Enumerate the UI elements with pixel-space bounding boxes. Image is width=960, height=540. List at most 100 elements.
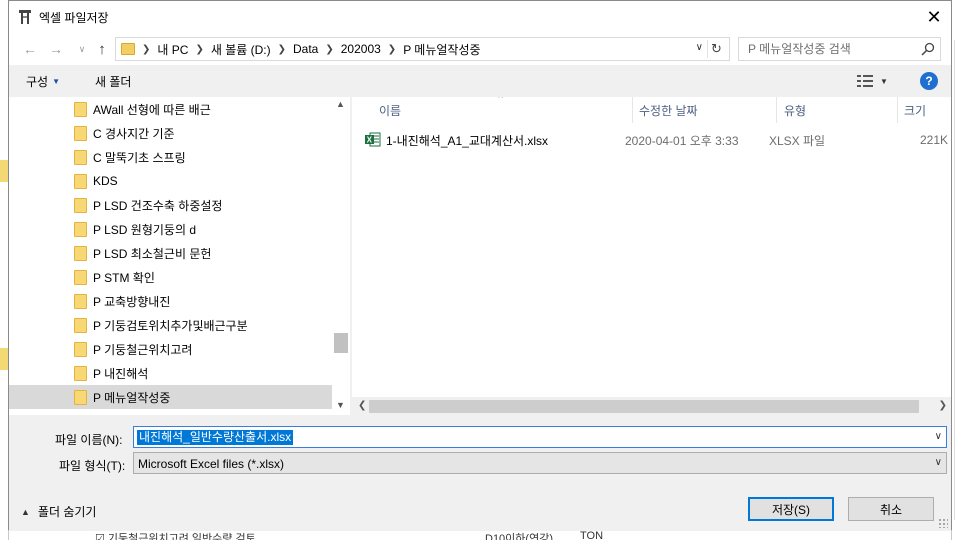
breadcrumb-item[interactable]: 새 볼륨 (D:) xyxy=(211,41,271,58)
tree-item[interactable]: P 교축방향내진 xyxy=(9,289,332,313)
background-highlight xyxy=(0,348,8,370)
tree-item[interactable]: P LSD 최소철근비 문헌 xyxy=(9,241,332,265)
tree-item[interactable]: KDS xyxy=(9,169,332,193)
chevron-right-icon[interactable]: ❯ xyxy=(939,400,947,411)
tree-item[interactable]: P 기둥검토위치추가및배근구분 xyxy=(9,313,332,337)
breadcrumb-separator-icon[interactable]: ❯ xyxy=(278,44,286,55)
svg-text:X: X xyxy=(367,136,373,145)
breadcrumb-separator-icon[interactable]: ❯ xyxy=(142,44,150,55)
breadcrumb-item[interactable]: 202003 xyxy=(341,42,381,56)
tree-item-label: P 기둥철근위치고려 xyxy=(93,342,193,357)
change-view-button[interactable]: ▼ xyxy=(857,74,897,88)
close-button[interactable]: ✕ xyxy=(917,1,951,33)
help-icon[interactable]: ? xyxy=(920,72,938,90)
file-date: 2020-04-01 오후 3:33 xyxy=(625,133,739,148)
save-button[interactable]: 저장(S) xyxy=(748,497,834,521)
column-header-date[interactable]: 수정한 날짜 xyxy=(639,97,698,123)
sort-ascending-icon: ⌃ xyxy=(496,97,506,106)
hide-folders-toggle[interactable]: ▲ 폴더 숨기기 xyxy=(21,503,96,520)
window-title: 엑셀 파일저장 xyxy=(39,11,109,25)
folder-icon xyxy=(74,149,87,165)
tree-item[interactable]: P STM 확인 xyxy=(9,265,332,289)
address-bar[interactable]: ❯ 내 PC ❯ 새 볼륨 (D:) ❯ Data ❯ 202003 ❯ P 메… xyxy=(115,37,730,61)
new-folder-button[interactable]: 새 폴더 xyxy=(95,73,131,90)
background-window-bottom: ☑ 기둥철근위치고려 일반수량 검토 D10이하(연강) TON xyxy=(9,530,951,540)
details-view-icon xyxy=(857,75,873,87)
chevron-up-icon[interactable]: ▲ xyxy=(336,99,345,109)
column-header-name[interactable]: 이름 xyxy=(379,97,401,123)
caret-down-icon: ▼ xyxy=(52,77,61,86)
background-text: ☑ 기둥철근위치고려 일반수량 검토 xyxy=(95,533,256,540)
breadcrumb-item[interactable]: Data xyxy=(293,42,318,56)
column-header-type[interactable]: 유형 xyxy=(784,97,806,123)
breadcrumb-separator-icon[interactable]: ❯ xyxy=(195,44,203,55)
breadcrumb-separator-icon[interactable]: ❯ xyxy=(325,44,333,55)
folder-icon xyxy=(74,245,87,261)
resize-grip-icon[interactable] xyxy=(938,518,948,528)
forward-arrow-icon[interactable]: → xyxy=(45,40,67,58)
navigation-bar: ← → ∨ ↑ ❯ 내 PC ❯ 새 볼륨 (D:) ❯ Data ❯ 2020… xyxy=(9,33,951,65)
refresh-icon[interactable]: ↻ xyxy=(707,40,725,58)
filename-value[interactable]: 내진해석_일반수량산출서.xlsx xyxy=(137,430,294,445)
background-window-right xyxy=(951,0,960,540)
search-input[interactable] xyxy=(739,38,909,60)
chevron-left-icon[interactable]: ❮ xyxy=(358,400,366,411)
tree-item[interactable]: AWall 선형에 따른 배근 xyxy=(9,97,332,121)
navigation-pane: AWall 선형에 따른 배근 C 경사지간 기준 C 말뚝기초 스프링 KDS P L… xyxy=(9,97,350,415)
organize-label: 구성 xyxy=(26,75,49,89)
tree-item-label: P STM 확인 xyxy=(93,270,155,285)
file-size: 221K xyxy=(920,133,949,147)
horizontal-scrollbar[interactable]: ❮ ❯ xyxy=(352,397,951,415)
tree-item-label: KDS xyxy=(93,174,118,188)
excel-file-icon: X xyxy=(365,132,381,147)
folder-icon xyxy=(74,221,87,237)
up-arrow-icon[interactable]: ↑ xyxy=(91,40,113,58)
file-name: 1-내진해석_A1_교대계산서.xlsx xyxy=(386,133,549,148)
recent-locations-chevron-icon[interactable]: ∨ xyxy=(71,40,93,58)
breadcrumb-item[interactable]: 내 PC xyxy=(157,41,188,58)
folder-icon xyxy=(74,365,87,381)
organize-button[interactable]: 구성 ▼ xyxy=(26,73,60,90)
scrollbar-thumb[interactable] xyxy=(369,400,919,413)
file-row[interactable]: X 1-내진해석_A1_교대계산서.xlsx 2020-04-01 오후 3:3… xyxy=(352,129,951,151)
search-icon[interactable] xyxy=(921,42,935,56)
save-form: 파일 이름(N): 내진해석_일반수량산출서.xlsx ∨ 파일 형식(T): … xyxy=(9,415,951,531)
chevron-down-icon[interactable]: ∨ xyxy=(935,431,942,442)
chevron-down-icon[interactable]: ∨ xyxy=(935,457,942,468)
scrollbar-thumb[interactable] xyxy=(334,333,348,353)
cancel-button[interactable]: 취소 xyxy=(848,497,934,521)
filetype-label: 파일 형식(T): xyxy=(59,459,126,473)
tree-item[interactable]: P 기둥철근위치고려 xyxy=(9,337,332,361)
search-box[interactable] xyxy=(738,37,941,61)
command-toolbar: 구성 ▼ 새 폴더 ▼ ? xyxy=(9,65,951,97)
breadcrumb-separator-icon[interactable]: ❯ xyxy=(388,44,396,55)
tree-item[interactable]: C 경사지간 기준 xyxy=(9,121,332,145)
chevron-down-icon[interactable]: ∨ xyxy=(696,42,703,53)
filetype-select[interactable]: Microsoft Excel files (*.xlsx) ∨ xyxy=(133,452,947,474)
folder-icon xyxy=(74,197,87,213)
tree-item[interactable]: P LSD 원형기둥의 d xyxy=(9,217,332,241)
tree-item-label: P 교축방향내진 xyxy=(93,294,171,309)
file-type: XLSX 파일 xyxy=(769,133,826,148)
chevron-down-icon[interactable]: ▼ xyxy=(336,400,345,410)
filename-input[interactable]: 내진해석_일반수량산출서.xlsx ∨ xyxy=(133,426,947,448)
tree-item[interactable]: P LSD 건조수축 하중설정 xyxy=(9,193,332,217)
tree-item[interactable]: P 내진해석 xyxy=(9,361,332,385)
back-arrow-icon[interactable]: ← xyxy=(19,40,41,58)
tree-item-label: C 경사지간 기준 xyxy=(93,126,175,141)
navigation-scrollbar[interactable]: ▲ ▼ xyxy=(332,97,350,415)
file-list-pane: ⌃ 이름 수정한 날짜 유형 크기 X 1-내진해석_A1_교대계산서.xlsx… xyxy=(352,97,951,415)
breadcrumb-item[interactable]: P 메뉴얼작성중 xyxy=(403,41,480,58)
tree-item[interactable]: P 메뉴얼작성중 xyxy=(9,385,332,409)
folder-icon xyxy=(74,269,87,285)
filename-label: 파일 이름(N): xyxy=(55,433,123,447)
tree-item-label: AWall 선형에 따른 배근 xyxy=(93,102,211,117)
tree-item-label: P 기둥검토위치추가및배근구분 xyxy=(93,318,248,333)
chevron-up-icon: ▲ xyxy=(21,506,30,517)
column-header-size[interactable]: 크기 xyxy=(904,97,926,123)
background-highlight xyxy=(0,160,8,182)
tree-item[interactable]: C 말뚝기초 스프링 xyxy=(9,145,332,169)
background-text: D10이하(연강) xyxy=(485,533,553,540)
tree-item-label: P LSD 최소철근비 문헌 xyxy=(93,246,212,261)
hide-folders-label: 폴더 숨기기 xyxy=(37,505,97,519)
